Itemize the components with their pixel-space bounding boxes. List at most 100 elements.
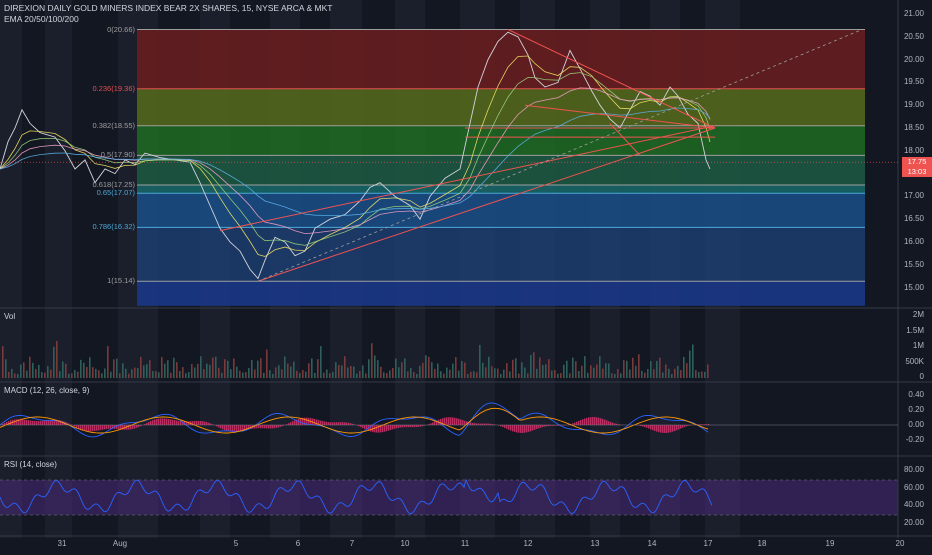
macd-hist-bar <box>506 425 508 429</box>
macd-hist-bar <box>680 425 682 429</box>
volume-bar <box>140 357 142 378</box>
macd-hist-bar <box>16 419 18 425</box>
volume-bar <box>212 358 214 378</box>
volume-bar <box>134 368 136 378</box>
volume-bar <box>236 367 238 378</box>
volume-bar <box>536 369 538 378</box>
macd-hist-bar <box>360 425 362 427</box>
macd-hist-bar <box>664 425 666 433</box>
time-axis-tick: Aug <box>113 539 127 548</box>
macd-hist-bar <box>586 418 588 425</box>
macd-hist-bar <box>600 418 602 425</box>
macd-hist-bar <box>200 421 202 425</box>
macd-hist-bar <box>660 425 662 433</box>
macd-hist-bar <box>654 425 656 431</box>
macd-hist-bar <box>390 425 392 430</box>
rsi-band <box>0 480 898 515</box>
chart-container[interactable] <box>0 0 932 550</box>
rsi-axis-tick: 80.00 <box>904 465 924 474</box>
volume-bar <box>260 358 262 378</box>
volume-bar <box>659 358 661 378</box>
chart-canvas[interactable] <box>0 0 932 550</box>
volume-bar <box>689 351 691 378</box>
volume-bar <box>311 358 313 378</box>
volume-bar <box>428 357 430 378</box>
macd-hist-bar <box>34 421 36 425</box>
macd-hist-bar <box>134 425 136 428</box>
price-axis-tick: 17.00 <box>904 191 924 200</box>
macd-hist-bar <box>264 425 266 428</box>
macd-hist-bar <box>222 425 224 429</box>
volume-bar <box>248 368 250 378</box>
macd-hist-bar <box>508 425 510 430</box>
volume-bar <box>410 368 412 378</box>
volume-bar <box>413 372 415 378</box>
volume-bar <box>449 370 451 378</box>
macd-hist-bar <box>574 423 576 425</box>
volume-bar <box>683 357 685 378</box>
macd-hist-bar <box>84 425 86 431</box>
volume-bar <box>323 373 325 378</box>
volume-bar <box>575 361 577 378</box>
macd-hist-bar <box>30 421 32 425</box>
macd-hist-bar <box>406 425 408 427</box>
volume-bar <box>392 368 394 378</box>
macd-hist-bar <box>524 425 526 433</box>
volume-bar <box>89 357 91 378</box>
macd-hist-bar <box>344 422 346 425</box>
macd-hist-bar <box>396 425 398 428</box>
macd-pane-label[interactable]: MACD (12, 26, close, 9) <box>4 386 89 395</box>
volume-bar <box>569 373 571 378</box>
volume-bar <box>353 367 355 378</box>
macd-hist-bar <box>326 422 328 425</box>
macd-hist-bar <box>218 425 220 427</box>
macd-hist-bar <box>258 425 260 428</box>
volume-bar <box>389 370 391 378</box>
volume-bar <box>32 363 34 378</box>
macd-hist-bar <box>528 425 530 432</box>
rsi-pane-label[interactable]: RSI (14, close) <box>4 460 57 469</box>
volume-bar <box>116 359 118 378</box>
macd-hist-bar <box>260 425 262 428</box>
macd-hist-bar <box>610 422 612 425</box>
macd-hist-bar <box>168 419 170 425</box>
volume-bar <box>473 371 475 378</box>
macd-hist-bar <box>364 425 366 429</box>
macd-hist-bar <box>208 423 210 425</box>
volume-bar <box>491 366 493 378</box>
macd-hist-bar <box>402 425 404 427</box>
volume-bar <box>251 360 253 378</box>
volume-bar <box>59 371 61 378</box>
volume-bar <box>239 371 241 378</box>
volume-bar <box>692 344 694 378</box>
macd-hist-bar <box>162 418 164 425</box>
volume-bar <box>329 373 331 378</box>
symbol-title[interactable]: DIREXION DAILY GOLD MINERS INDEX BEAR 2X… <box>4 3 332 13</box>
volume-pane-label[interactable]: Vol <box>4 312 15 321</box>
volume-bar <box>44 373 46 378</box>
macd-hist-bar <box>460 419 462 425</box>
volume-bar <box>269 370 271 378</box>
volume-bar <box>395 359 397 378</box>
price-axis-tick: 20.50 <box>904 32 924 41</box>
macd-hist-bar <box>542 425 544 427</box>
macd-hist-bar <box>174 420 176 425</box>
volume-bar <box>338 365 340 378</box>
macd-hist-bar <box>106 425 108 429</box>
volume-bar <box>164 364 166 378</box>
volume-bar <box>554 370 556 378</box>
volume-bar <box>131 369 133 378</box>
macd-hist-bar <box>434 421 436 425</box>
volume-bar <box>527 373 529 378</box>
ema-indicator-label[interactable]: EMA 20/50/100/200 <box>4 14 79 24</box>
volume-bar <box>38 365 40 378</box>
volume-bar <box>617 369 619 378</box>
fib-level-label: 0(20.66) <box>107 25 135 34</box>
volume-bar <box>635 366 637 378</box>
volume-bar <box>50 370 52 378</box>
volume-bar <box>407 371 409 378</box>
volume-bar <box>497 369 499 378</box>
volume-bar <box>680 370 682 378</box>
macd-hist-bar <box>100 425 102 430</box>
volume-bar <box>146 364 148 378</box>
